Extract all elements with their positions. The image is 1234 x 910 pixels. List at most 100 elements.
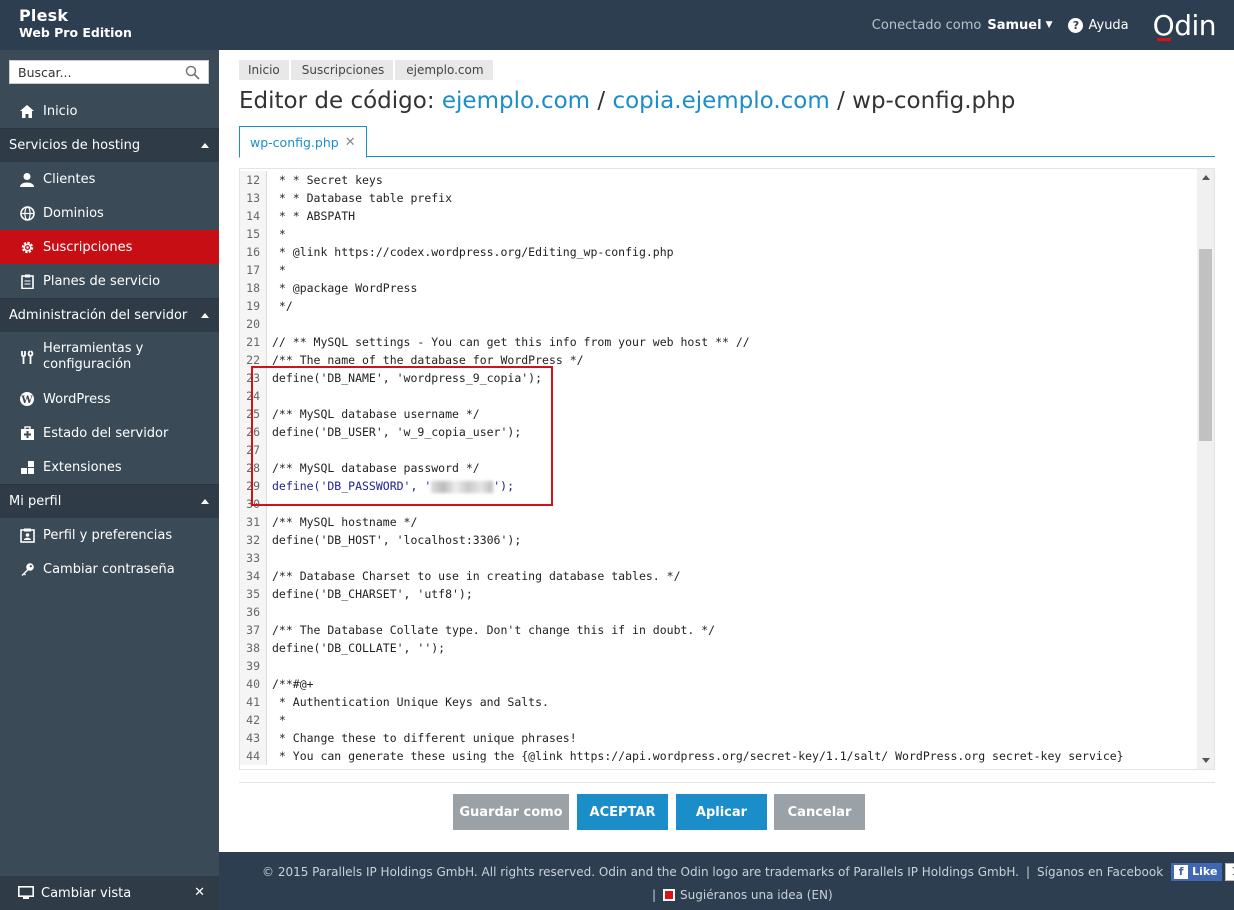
scroll-thumb[interactable] (1199, 249, 1212, 441)
facebook-like-widget[interactable]: fLike 17K (1171, 863, 1234, 881)
code-line: 37 /** The Database Collate type. Don't c… (240, 621, 1198, 639)
ok-button[interactable]: ACEPTAR (577, 794, 668, 830)
line-number: 21 (240, 333, 267, 351)
svg-text:W: W (20, 395, 33, 406)
code-line: 15 * (240, 225, 1198, 243)
code-line: 30 (240, 495, 1198, 513)
line-number: 25 (240, 405, 267, 423)
monitor-icon (18, 886, 34, 900)
facebook-like-button[interactable]: f Like (1171, 863, 1223, 881)
line-number: 15 (240, 225, 267, 243)
suggest-idea-link[interactable]: Sugiéranos una idea (EN) (663, 888, 833, 902)
odin-logo: Odin (1152, 8, 1217, 42)
scroll-down-icon[interactable] (1202, 758, 1210, 763)
button-row: Guardar como ACEPTAR Aplicar Cancelar (239, 782, 1215, 830)
sidebar-item-service-plans[interactable]: Planes de servicio (0, 264, 219, 298)
sidebar-item-domains[interactable]: Dominios (0, 196, 219, 230)
idea-icon (663, 889, 676, 901)
sidebar-item-clients[interactable]: Clientes (0, 162, 219, 196)
tab-wp-config[interactable]: wp-config.php ✕ (239, 126, 367, 158)
line-number: 29 (240, 477, 267, 495)
line-code: // ** MySQL settings - You can get this … (272, 335, 750, 349)
follow-facebook-link[interactable]: Síganos en Facebook (1037, 865, 1163, 879)
line-code: define('DB_NAME', 'wordpress_9_copia'); (272, 371, 543, 385)
scroll-up-icon[interactable] (1202, 175, 1210, 180)
code-line: 35 define('DB_CHARSET', 'utf8'); (240, 585, 1198, 603)
sidebar-item-profile-preferences[interactable]: Perfil y preferencias (0, 518, 219, 552)
brand-logo[interactable]: Plesk Web Pro Edition (19, 8, 132, 40)
sidebar-item-label: Suscripciones (43, 239, 133, 255)
code-line: 22 /** The name of the database for WordP… (240, 351, 1198, 369)
sidebar-item-subscriptions[interactable]: Suscripciones (0, 230, 219, 264)
breadcrumb: Inicio Suscripciones ejemplo.com (239, 60, 495, 80)
breadcrumb-item-subscriptions[interactable]: Suscripciones (290, 60, 394, 80)
code-line: 12 * * Secret keys (240, 171, 1198, 189)
close-tab-icon[interactable]: ✕ (345, 135, 356, 150)
line-code: * You can generate these using the {@lin… (272, 749, 1124, 763)
search-icon[interactable] (185, 65, 200, 84)
line-code: * (272, 263, 286, 277)
code-line: 44 * You can generate these using the {@… (240, 747, 1198, 765)
sidebar-item-label: WordPress (43, 391, 111, 407)
globe-icon (18, 204, 36, 222)
breadcrumb-item-home[interactable]: Inicio (239, 60, 289, 80)
sidebar-item-tools[interactable]: Herramientas y configuración (0, 332, 219, 382)
line-code: * @link https://codex.wordpress.org/Edit… (272, 245, 674, 259)
sidebar-item-label: Perfil y preferencias (43, 527, 173, 543)
code-line: 43 * Change these to different unique ph… (240, 729, 1198, 747)
code-line: 38 define('DB_COLLATE', ''); (240, 639, 1198, 657)
line-number: 37 (240, 621, 267, 639)
search-input[interactable] (10, 61, 175, 83)
sidebar-item-server-status[interactable]: Estado del servidor (0, 416, 219, 450)
close-icon[interactable]: ✕ (194, 885, 205, 900)
sidebar-item-wordpress[interactable]: W WordPress (0, 382, 219, 416)
code-editor[interactable]: 12 * * Secret keys 13 * * Database table … (239, 168, 1215, 770)
user-icon (18, 170, 36, 188)
section-server-admin[interactable]: Administración del servidor (0, 298, 219, 332)
section-hosting-services[interactable]: Servicios de hosting (0, 128, 219, 162)
title-domain-link[interactable]: ejemplo.com (442, 88, 590, 114)
section-my-profile[interactable]: Mi perfil (0, 484, 219, 518)
search-box (9, 60, 209, 84)
code-line: 36 (240, 603, 1198, 621)
help-link[interactable]: ? Ayuda (1068, 17, 1129, 33)
help-icon: ? (1068, 17, 1084, 33)
sidebar-item-extensions[interactable]: Extensiones (0, 450, 219, 484)
user-menu[interactable]: Samuel (987, 18, 1041, 33)
apply-button[interactable]: Aplicar (676, 794, 767, 830)
cancel-button[interactable]: Cancelar (774, 794, 865, 830)
line-number: 27 (240, 441, 267, 459)
sidebar: Inicio Servicios de hosting Clientes Dom… (0, 50, 219, 910)
suggest-idea-label: Sugiéranos una idea (EN) (680, 888, 833, 902)
redacted-password (431, 480, 494, 493)
title-subdomain-link[interactable]: copia.ejemplo.com (612, 88, 829, 114)
section-label: Mi perfil (9, 494, 62, 509)
sidebar-item-label: Estado del servidor (43, 425, 169, 441)
sidebar-item-change-password[interactable]: Cambiar contraseña (0, 552, 219, 586)
line-number: 41 (240, 693, 267, 711)
brand-name: Plesk (19, 6, 69, 25)
breadcrumb-item-domain[interactable]: ejemplo.com (395, 60, 493, 80)
chevron-down-icon[interactable]: ▼ (1046, 20, 1053, 30)
editor-scrollbar[interactable] (1197, 169, 1214, 769)
line-code: /** MySQL hostname */ (272, 515, 418, 529)
code-line: 14 * * ABSPATH (240, 207, 1198, 225)
code-line: 27 (240, 441, 1198, 459)
line-code: * (272, 227, 286, 241)
copyright-text: © 2015 Parallels IP Holdings GmbH. All r… (262, 865, 1019, 879)
save-as-button[interactable]: Guardar como (453, 794, 569, 830)
line-code: * (272, 713, 286, 727)
line-number: 18 (240, 279, 267, 297)
switch-view-button[interactable]: Cambiar vista ✕ (0, 876, 219, 910)
line-number: 31 (240, 513, 267, 531)
footer-separator: | (652, 888, 657, 902)
sidebar-item-home[interactable]: Inicio (0, 94, 219, 128)
line-number: 19 (240, 297, 267, 315)
line-number: 38 (240, 639, 267, 657)
line-number: 39 (240, 657, 267, 675)
line-number: 30 (240, 495, 267, 513)
